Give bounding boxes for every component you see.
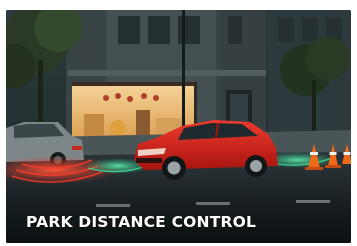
feature-card[interactable]: PARK DISTANCE CONTROL <box>6 10 351 243</box>
feature-caption: PARK DISTANCE CONTROL <box>26 213 257 231</box>
caption-shade <box>6 173 351 243</box>
